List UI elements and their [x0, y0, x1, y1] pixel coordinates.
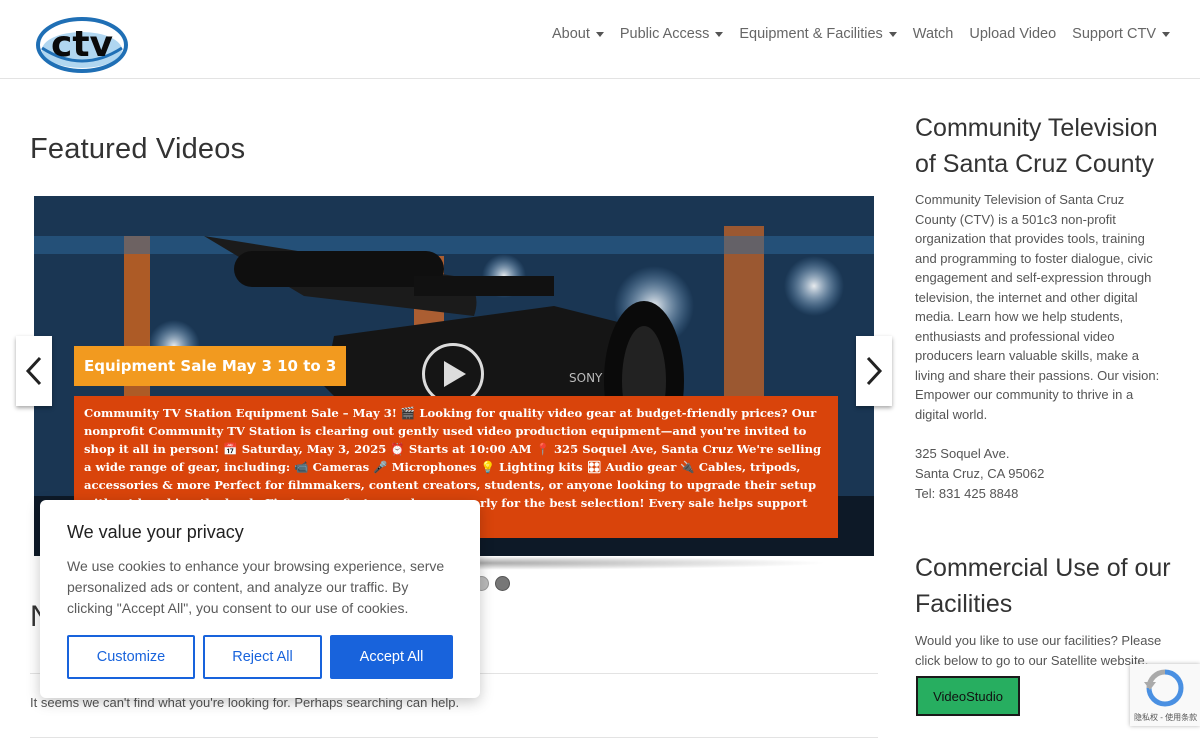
recaptcha-badge[interactable]: 隐私权 - 使用条款 — [1130, 664, 1200, 726]
chevron-left-icon — [25, 356, 42, 386]
sidebar-about-text: Community Television of Santa Cruz Count… — [915, 192, 1160, 422]
slide-dot-2[interactable] — [495, 576, 510, 591]
nav-item-label: Support CTV — [1072, 26, 1156, 42]
caret-down-icon — [1162, 31, 1170, 37]
cookie-title: We value your privacy — [67, 522, 244, 542]
nav-item-label: Equipment & Facilities — [739, 26, 883, 42]
phone-number: Tel: 831 425 8848 — [915, 486, 1019, 501]
nav-item-public-access[interactable]: Public Access — [612, 26, 731, 42]
accept-all-button[interactable]: Accept All — [330, 635, 453, 679]
nav-item-label: About — [551, 26, 590, 42]
main-nav: About Public Access Equipment & Facilities… — [544, 26, 1178, 42]
nav-item-support-ctv[interactable]: Support CTV — [1064, 26, 1178, 42]
slide-caption-title[interactable]: Equipment Sale May 3 10 to 3 — [74, 346, 347, 386]
next-slide-button[interactable] — [856, 336, 892, 406]
nav-item-label: Watch — [912, 26, 954, 42]
recaptcha-icon — [1144, 669, 1184, 707]
chevron-right-icon — [866, 356, 883, 386]
nav-item-upload-video[interactable]: Upload Video — [961, 26, 1064, 42]
commercial-text: Would you like to use our facilities? Pl… — [915, 633, 1162, 668]
nav-item-about[interactable]: About — [544, 26, 612, 42]
cookie-consent-banner: We value your privacy We use cookies to … — [40, 500, 480, 698]
site-header: ctv About Public Access Equipment & Facili… — [0, 0, 1200, 79]
play-icon — [444, 361, 466, 387]
address-line-1: 325 Soquel Ave. — [915, 446, 1010, 461]
caret-down-icon — [595, 31, 604, 37]
ctv-logo[interactable]: ctv — [34, 12, 130, 74]
cookie-text: We use cookies to enhance your browsing … — [67, 558, 445, 616]
customize-button[interactable]: Customize — [67, 635, 195, 679]
featured-videos-title: Featured Videos — [30, 133, 246, 165]
address-line-2: Santa Cruz, CA 95062 — [915, 466, 1045, 481]
sidebar-title-ctv: Community Television of Santa Cruz Count… — [915, 114, 1158, 178]
recaptcha-links[interactable]: 隐私权 - 使用条款 — [1134, 712, 1197, 723]
nav-item-label: Upload Video — [969, 26, 1057, 42]
caret-down-icon — [888, 31, 897, 37]
prev-slide-button[interactable] — [16, 336, 52, 406]
nav-item-equipment-facilities[interactable]: Equipment & Facilities — [731, 26, 904, 42]
videostudio-button[interactable]: VideoStudio — [916, 676, 1020, 716]
sidebar-title-commercial: Commercial Use of our Facilities — [915, 554, 1171, 618]
camera-brand-label: SONY — [569, 371, 603, 385]
caret-down-icon — [715, 31, 724, 37]
reject-all-button[interactable]: Reject All — [203, 635, 322, 679]
logo-wordmark: ctv — [51, 24, 113, 65]
nav-item-label: Public Access — [619, 26, 710, 42]
nav-item-watch[interactable]: Watch — [905, 26, 962, 42]
search-box-edge — [30, 737, 878, 738]
